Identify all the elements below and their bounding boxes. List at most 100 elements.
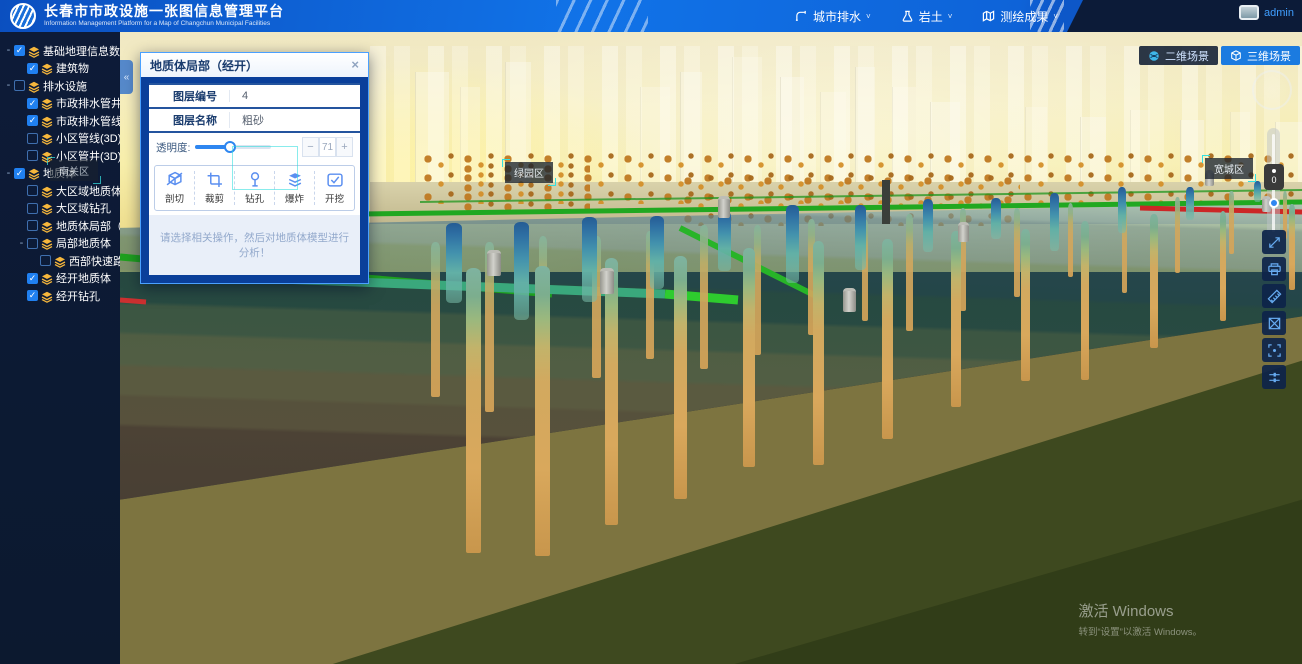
tree-item-label: 大区域地质体 [56,183,120,199]
tree-expander[interactable]: - [17,239,26,248]
tree-item[interactable]: 大区域钻孔 [0,200,120,218]
tree-item-label: 经开钻孔 [56,288,100,304]
clip-button[interactable]: 裁剪 [194,171,234,205]
district-label: 南关区 [50,160,98,181]
layers-icon [28,168,40,180]
compass-control[interactable] [1252,70,1292,110]
user-menu[interactable]: admin [1239,5,1294,20]
district-label: 绿园区 [505,162,553,183]
zoom-tooltip: 0 [1264,164,1284,190]
manhole-model [487,250,501,276]
pile-model [951,231,961,407]
excavate-button[interactable]: 开挖 [314,171,354,205]
layer-checkbox[interactable]: ✓ [27,290,38,301]
ruler-measure-button[interactable] [1262,284,1286,308]
tree-item-label: 局部地质体 [56,235,111,251]
layer-checkbox[interactable]: ✓ [27,98,38,109]
dialog-hint-text: 请选择相关操作，然后对地质体模型进行分析！ [149,215,360,275]
close-icon[interactable]: × [351,59,359,71]
manhole-model [843,288,856,312]
cut-cube-icon [166,171,183,188]
layer-checkbox[interactable] [27,203,38,214]
layer-checkbox[interactable]: ✓ [27,273,38,284]
chevron-down-icon: ˅ [1053,12,1058,21]
app-subtitle: Information Management Platform for a Ma… [44,19,284,28]
layers-icon [41,203,53,215]
tree-item[interactable]: 地质体局部（二道） [0,217,120,235]
layer-checkbox[interactable] [40,255,51,266]
tree-item[interactable]: 西部快速路地质模型 [0,252,120,270]
borehole-model [786,205,798,283]
layer-checkbox[interactable] [27,238,38,249]
field-value: 粗砂 [229,112,360,128]
mode-3d-button[interactable]: 三维场景 [1221,46,1300,65]
layers-icon [41,98,53,110]
layer-checkbox[interactable] [27,133,38,144]
scene-3d-icon [1230,50,1242,62]
nav-menu-2[interactable]: 岩土˅ [901,8,953,25]
layer-compare-button[interactable] [1262,365,1286,389]
tree-item-label: 市政排水管线(3D) [56,113,120,129]
tree-item[interactable]: - 局部地质体 [0,235,120,253]
app-title: 长春市市政设施一张图信息管理平台 [44,3,284,19]
dialog-titlebar[interactable]: 地质体局部（经开） × [141,53,368,77]
opacity-stepper: − 71 + [302,137,353,157]
tree-item[interactable]: ✓ 市政排水管线(3D) [0,112,120,130]
app-header: 长春市市政设施一张图信息管理平台 Information Management … [0,0,1302,32]
map-toolbar [1262,230,1286,389]
tree-item[interactable]: ✓ 经开钻孔 [0,287,120,305]
layer-checkbox[interactable] [14,80,25,91]
nav-menu-1[interactable]: 城市排水˅ [795,8,871,25]
pile-model [674,256,687,499]
focus-center-icon [1267,343,1282,358]
crop-icon [206,171,223,188]
pile-model [1068,203,1073,278]
layer-checkbox[interactable]: ✓ [14,168,25,179]
tree-expander[interactable]: - [4,81,13,90]
layer-checkbox[interactable]: ✓ [27,115,38,126]
district-label: 宽城区 [1205,158,1253,179]
stepper-value[interactable]: 71 [319,137,336,157]
tree-item[interactable]: ✓经开地质体 [0,270,120,288]
pile-model [743,248,755,467]
focus-center-button[interactable] [1262,338,1286,362]
tree-item-label: 西部快速路地质模型 [69,253,120,269]
geotech-icon [901,10,914,23]
manhole-model [718,196,730,218]
tree-item[interactable]: -排水设施 [0,77,120,95]
manhole-model [600,268,614,294]
field-value: 4 [229,90,360,102]
pile-model [700,225,707,369]
stepper-plus-button[interactable]: + [336,137,353,157]
mode-2d-button[interactable]: 二维场景 [1139,46,1218,65]
tree-expander[interactable]: - [4,169,13,178]
section-cut-button[interactable]: 剖切 [155,171,194,205]
area-measure-button[interactable] [1262,311,1286,335]
layer-tree-panel: -✓基础地理信息数据✓建筑物-排水设施✓市政排水管井(3D)✓市政排水管线(3D… [0,32,120,664]
tree-expander[interactable]: - [4,46,13,55]
layer-checkbox[interactable] [27,185,38,196]
nav-menu-3[interactable]: 测绘成果˅ [982,8,1058,25]
borehole-model [582,217,597,302]
chevron-down-icon: ˅ [866,12,871,21]
tree-item[interactable]: 小区管线(3D) [0,130,120,148]
stepper-minus-button[interactable]: − [302,137,319,157]
tree-item[interactable]: -✓基础地理信息数据 [0,42,120,60]
borehole-model [855,205,867,271]
zoom-slider-thumb[interactable] [1269,198,1279,208]
tree-item[interactable]: ✓建筑物 [0,60,120,78]
tree-item[interactable]: 大区域地质体 [0,182,120,200]
layer-checkbox[interactable] [27,150,38,161]
layer-checkbox[interactable]: ✓ [27,63,38,74]
tree-item[interactable]: ✓市政排水管井(3D) [0,95,120,113]
dialog-field-row: 图层名称粗砂 [149,109,360,133]
layer-checkbox[interactable]: ✓ [14,45,25,56]
sidebar-collapse-button[interactable]: « [120,60,133,94]
print-button[interactable] [1262,257,1286,281]
dialog-field-row: 图层编号4 [149,85,360,109]
layer-checkbox[interactable] [27,220,38,231]
opacity-label: 透明度: [156,140,190,155]
expand-button[interactable] [1262,230,1286,254]
borehole-model [1254,181,1261,202]
pile-model [605,258,619,525]
